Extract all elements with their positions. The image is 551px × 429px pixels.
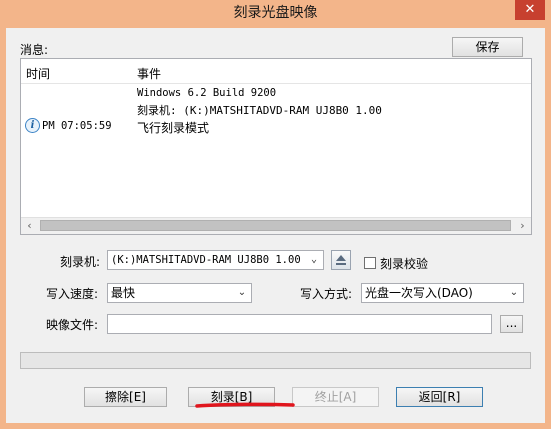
close-button[interactable]: ✕ — [515, 0, 545, 20]
speed-select-value: 最快 — [111, 286, 136, 300]
eject-button[interactable] — [331, 250, 351, 270]
erase-button[interactable]: 擦除[E] — [84, 387, 167, 407]
burner-select-value: (K:)MATSHITADVD-RAM UJ8B0 1.00 — [111, 254, 301, 266]
scrollbar-thumb[interactable] — [40, 220, 511, 231]
image-file-label: 映像文件: — [46, 318, 99, 332]
speed-label: 写入速度: — [46, 287, 99, 301]
chevron-down-icon: ⌄ — [237, 287, 247, 298]
column-header-time[interactable]: 时间 — [26, 65, 50, 82]
list-item-event: 飞行刻录模式 — [137, 121, 210, 135]
progress-bar — [20, 352, 531, 369]
list-item-event: Windows 6.2 Build 9200 — [137, 87, 277, 99]
back-button[interactable]: 返回[R] — [396, 387, 483, 407]
write-mode-label: 写入方式: — [300, 287, 353, 301]
verify-label[interactable]: 刻录校验 — [380, 255, 428, 272]
stop-button: 终止[A] — [292, 387, 379, 407]
image-file-value — [108, 317, 111, 331]
write-mode-select-value: 光盘一次写入(DAO) — [365, 286, 473, 300]
chevron-down-icon: ⌄ — [310, 254, 318, 265]
verify-checkbox[interactable] — [364, 257, 376, 269]
scroll-right-icon[interactable]: › — [514, 217, 531, 234]
image-file-input[interactable] — [107, 314, 492, 334]
window-title: 刻录光盘映像 — [233, 5, 318, 21]
burner-select[interactable]: (K:)MATSHITADVD-RAM UJ8B0 1.00 ⌄ — [107, 250, 324, 270]
scroll-left-icon[interactable]: ‹ — [21, 217, 38, 234]
message-list[interactable] — [20, 58, 532, 235]
eject-icon — [336, 255, 346, 265]
save-button[interactable]: 保存 — [452, 37, 523, 57]
chevron-down-icon: ⌄ — [509, 287, 519, 298]
info-icon: i — [25, 118, 40, 133]
list-item-event: 刻录机: (K:)MATSHITADVD-RAM UJ8B0 1.00 — [137, 104, 382, 117]
burner-label: 刻录机: — [60, 255, 101, 269]
speed-select[interactable]: 最快 ⌄ — [107, 283, 252, 303]
annotation-underline — [195, 402, 295, 408]
list-item-time: PM 07:05:59 — [42, 120, 112, 132]
messages-label: 消息: — [20, 43, 49, 57]
list-header-divider — [21, 83, 531, 84]
write-mode-select[interactable]: 光盘一次写入(DAO) ⌄ — [361, 283, 524, 303]
column-header-event[interactable]: 事件 — [137, 65, 161, 82]
browse-button[interactable]: ... — [500, 315, 523, 333]
